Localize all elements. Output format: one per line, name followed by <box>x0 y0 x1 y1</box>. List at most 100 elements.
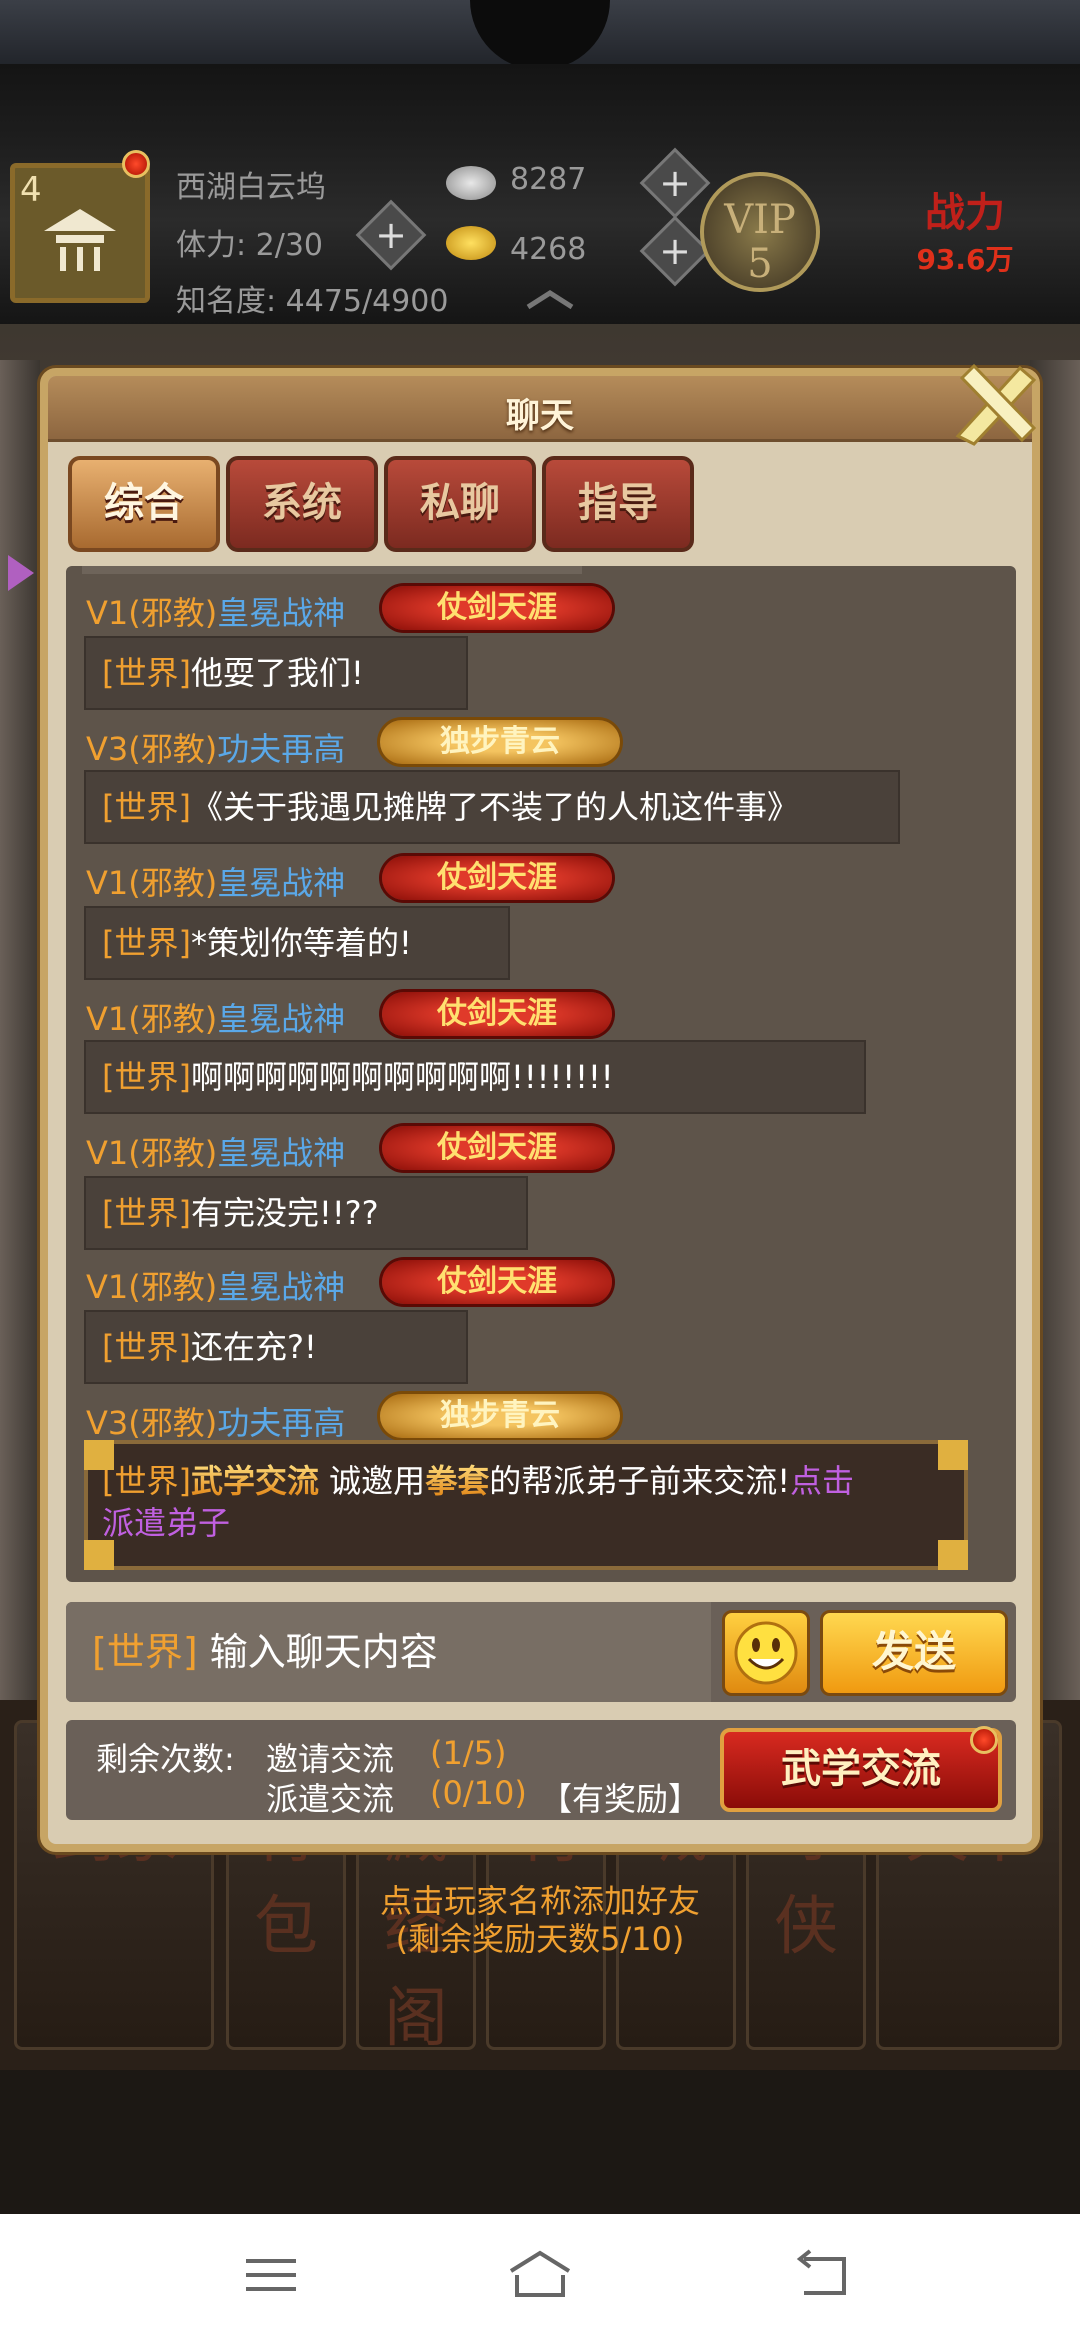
tip-reward-days: (剩余奖励天数5/10) <box>395 1920 685 1958</box>
sender-nick[interactable]: 皇冕战神 <box>217 864 345 902</box>
sender-rank: V1(邪教) <box>86 1000 218 1038</box>
invite-text: 诚邀用 <box>329 1462 426 1500</box>
message-bubble: [世界]啊啊啊啊啊啊啊啊啊啊!!!!!!!! <box>84 1040 866 1114</box>
send-button[interactable]: 发送 <box>820 1610 1008 1696</box>
message-sender[interactable]: V3(邪教)功夫再高 <box>86 1398 345 1444</box>
temple-icon <box>44 209 116 271</box>
emoji-button[interactable] <box>722 1610 810 1696</box>
channel-tag: [世界] <box>102 1058 191 1096</box>
plus-icon: + <box>659 161 691 205</box>
tab-general[interactable]: 综合 <box>68 456 220 552</box>
message-sender[interactable]: V1(邪教)皇冕战神 <box>86 994 345 1040</box>
chevron-up-icon[interactable] <box>520 285 580 315</box>
message-sender[interactable]: V1(邪教)皇冕战神 <box>86 1262 345 1308</box>
reward-label: 【有奖励】 <box>540 1780 701 1818</box>
location-name: 西湖白云坞 <box>176 170 326 205</box>
sender-rank: V1(邪教) <box>86 1134 218 1172</box>
scroll-top-edge <box>82 566 582 574</box>
title-badge: 仗剑天涯 <box>382 856 612 900</box>
gold-amount: 4268 <box>510 232 587 267</box>
close-icon[interactable] <box>948 358 1044 448</box>
corner-ornament <box>84 1440 114 1470</box>
sender-nick[interactable]: 皇冕战神 <box>217 1268 345 1306</box>
sender-nick[interactable]: 皇冕战神 <box>217 594 345 632</box>
message-bubble: [世界]他耍了我们! <box>84 636 468 710</box>
sender-rank: V3(邪教) <box>86 730 218 768</box>
dialog-header: 聊天 <box>48 376 1032 442</box>
notification-dot <box>970 1726 998 1754</box>
invite-link[interactable]: 点击 <box>790 1462 854 1500</box>
game-screen: 4 西湖白云坞 体力: 2/30 + 知名度: 4475/4900 8287 +… <box>0 0 1080 2340</box>
message-text: 《关于我遇见摊牌了不装了的人机这件事》 <box>190 788 799 826</box>
tab-guide[interactable]: 指导 <box>542 456 694 552</box>
message-text: *策划你等着的! <box>190 924 412 962</box>
gold-icon <box>446 226 496 260</box>
home-icon[interactable] <box>505 2245 575 2305</box>
silver-amount: 8287 <box>510 162 587 197</box>
silver-icon <box>446 166 496 200</box>
message-bubble: [世界]*策划你等着的! <box>84 906 510 980</box>
message-bubble: [世界]还在充?! <box>84 1310 468 1384</box>
back-icon[interactable] <box>788 2245 858 2305</box>
channel-tag: [世界] <box>102 1328 191 1366</box>
channel-tag: [世界] <box>102 1194 191 1232</box>
sender-nick[interactable]: 功夫再高 <box>217 730 345 768</box>
invite-text: 的帮派弟子前来交流! <box>489 1462 791 1500</box>
channel-tag: [世界] <box>102 654 191 692</box>
message-bubble: [世界]《关于我遇见摊牌了不装了的人机这件事》 <box>84 770 900 844</box>
sender-rank: V1(邪教) <box>86 864 218 902</box>
vip-badge[interactable]: VIP 5 <box>700 172 820 292</box>
sender-rank: V3(邪教) <box>86 1404 218 1442</box>
notification-dot <box>122 150 150 178</box>
channel-tag[interactable]: [世界] <box>92 1630 198 1674</box>
bottom-dark-band <box>0 2070 1080 2214</box>
chat-input[interactable]: [世界] 输入聊天内容 <box>66 1602 711 1702</box>
dispatch-disciple-link[interactable]: 派遣弟子 <box>102 1504 230 1542</box>
tab-system[interactable]: 系统 <box>226 456 378 552</box>
sender-nick[interactable]: 皇冕战神 <box>217 1000 345 1038</box>
message-sender[interactable]: V1(邪教)皇冕战神 <box>86 858 345 904</box>
vip-label: VIP <box>724 197 796 243</box>
plus-icon: + <box>659 229 691 273</box>
title-badge: 仗剑天涯 <box>382 1260 612 1304</box>
power-value: 93.6万 <box>916 243 1014 276</box>
message-text: 有完没完!!?? <box>190 1194 379 1232</box>
vip-level: 5 <box>747 241 773 287</box>
tab-private[interactable]: 私聊 <box>384 456 536 552</box>
menu-icon[interactable] <box>236 2245 306 2305</box>
invite-count: (1/5) <box>430 1734 507 1772</box>
title-badge: 仗剑天涯 <box>382 586 612 630</box>
title-badge: 仗剑天涯 <box>382 992 612 1036</box>
plus-icon: + <box>375 213 407 257</box>
chat-input-placeholder: 输入聊天内容 <box>209 1630 438 1674</box>
dialog-title: 聊天 <box>506 396 574 436</box>
message-text: 还在充?! <box>190 1328 317 1366</box>
martial-exchange-button[interactable]: 武学交流 <box>720 1728 1002 1812</box>
title-badge: 独步青云 <box>380 1394 620 1438</box>
sender-rank: V1(邪教) <box>86 594 218 632</box>
channel-tag: [世界] <box>102 1462 191 1500</box>
message-sender[interactable]: V1(邪教)皇冕战神 <box>86 1128 345 1174</box>
message-bubble: [世界]有完没完!!?? <box>84 1176 528 1250</box>
corner-ornament <box>938 1440 968 1470</box>
message-text: 啊啊啊啊啊啊啊啊啊啊!!!!!!!! <box>190 1058 614 1096</box>
invite-tag: 武学交流 <box>190 1462 319 1500</box>
sender-nick[interactable]: 功夫再高 <box>217 1404 345 1442</box>
invite-skill: 拳套 <box>425 1462 490 1500</box>
power-label: 战力 <box>925 190 1005 236</box>
channel-tag: [世界] <box>102 788 191 826</box>
sender-rank: V1(邪教) <box>86 1268 218 1306</box>
player-level: 4 <box>20 170 42 210</box>
title-badge: 独步青云 <box>380 720 620 764</box>
remaining-label: 剩余次数: <box>96 1740 235 1778</box>
corner-ornament <box>84 1540 114 1570</box>
corner-ornament <box>938 1540 968 1570</box>
sender-nick[interactable]: 皇冕战神 <box>217 1134 345 1172</box>
channel-tag: [世界] <box>102 924 191 962</box>
side-expand-arrow-icon[interactable] <box>8 555 34 591</box>
message-sender[interactable]: V3(邪教)功夫再高 <box>86 724 345 770</box>
stamina-text: 体力: 2/30 <box>176 228 324 263</box>
message-text: 他耍了我们! <box>190 654 364 692</box>
fame-text: 知名度: 4475/4900 <box>176 284 449 319</box>
message-sender[interactable]: V1(邪教)皇冕战神 <box>86 588 345 634</box>
